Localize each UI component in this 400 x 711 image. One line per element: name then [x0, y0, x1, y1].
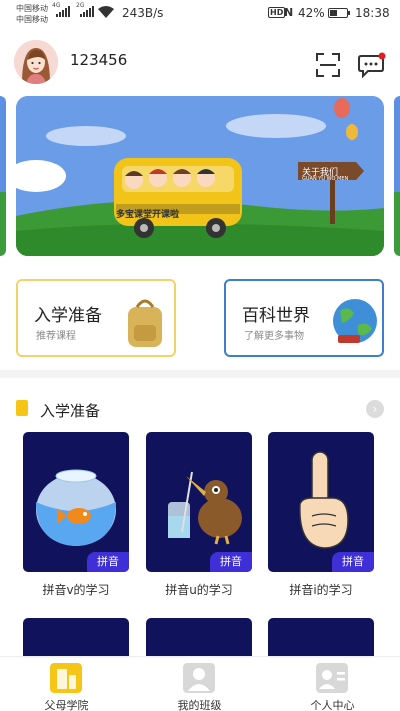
feature-card-encyclopedia[interactable]: 百科世界 了解更多事物: [224, 279, 384, 357]
promo-banner[interactable]: 多宝课堂开课啦 关于我们 GUAN YU WO MEN: [16, 96, 384, 256]
lesson-card[interactable]: [146, 618, 252, 658]
chevron-right-icon[interactable]: ›: [366, 400, 384, 418]
clock: 18:38: [355, 6, 390, 20]
banner-sign-subtext: GUAN YU WO MEN: [302, 176, 349, 182]
banner-next-peek[interactable]: [394, 96, 400, 256]
bird-drinking-icon: [168, 471, 242, 545]
notification-dot: [378, 52, 386, 60]
backpack-icon: [128, 299, 162, 347]
feature-card-subtitle: 推荐课程: [36, 331, 76, 342]
lesson-tag: 拼音: [87, 552, 129, 572]
lesson-card[interactable]: 拼音: [23, 432, 129, 572]
feature-card-title: 入学准备: [34, 306, 102, 326]
feature-card-subtitle: 了解更多事物: [244, 331, 304, 342]
lesson-card[interactable]: 拼音: [146, 432, 252, 572]
hd-icon: HD: [268, 7, 286, 18]
tab-parent-college[interactable]: 父母学院: [0, 657, 133, 711]
avatar[interactable]: [14, 40, 58, 84]
carrier-1: 中国移动: [16, 4, 48, 13]
lesson-title[interactable]: 拼音i的学习: [268, 581, 374, 598]
lesson-card[interactable]: [23, 618, 129, 658]
wifi-icon: [98, 6, 114, 18]
tab-my-class[interactable]: 我的班级: [133, 657, 266, 711]
profile-card-icon: [316, 663, 348, 693]
pointing-finger-icon: [299, 451, 349, 549]
lesson-card[interactable]: [268, 618, 374, 658]
building-icon: [50, 663, 82, 693]
fishbowl-icon: [36, 469, 116, 546]
banner-prev-peek[interactable]: [0, 96, 6, 256]
tab-label: 我的班级: [177, 699, 222, 711]
book-icon: [16, 400, 28, 416]
feature-card-enrollment-prep[interactable]: 入学准备 推荐课程: [16, 279, 176, 357]
lesson-title[interactable]: 拼音u的学习: [146, 581, 252, 598]
carrier-labels: 中国移动 中国移动: [16, 3, 48, 25]
tab-label: 个人中心: [310, 699, 355, 711]
lesson-tag: 拼音: [210, 552, 252, 572]
feature-card-title: 百科世界: [242, 306, 310, 326]
lesson-card[interactable]: 拼音: [268, 432, 374, 572]
battery-icon: [328, 8, 350, 18]
group-icon: [183, 663, 215, 693]
username: 123456: [70, 51, 128, 69]
status-bar: 中国移动 中国移动 4G 2G 243B/s HD N 42% 18:38: [0, 0, 400, 30]
globe-icon: [333, 299, 377, 343]
tab-personal-center[interactable]: 个人中心: [266, 657, 399, 711]
message-icon[interactable]: [358, 52, 386, 78]
lesson-title[interactable]: 拼音v的学习: [23, 581, 129, 598]
lesson-tag: 拼音: [332, 552, 374, 572]
nfc-icon: N: [284, 6, 294, 19]
signal-icon: [56, 6, 70, 17]
bottom-tab-bar: 父母学院 我的班级 个人中心: [0, 656, 400, 711]
section-title: 入学准备: [40, 402, 101, 420]
carrier-2: 中国移动: [16, 15, 48, 24]
avatar-girl-icon: [14, 40, 58, 84]
network-speed: 243B/s: [122, 6, 164, 20]
tab-label: 父母学院: [44, 699, 89, 711]
scan-icon[interactable]: [315, 52, 341, 78]
battery-percent: 42%: [298, 6, 325, 20]
section-divider: [0, 370, 400, 378]
signal-icon-2: [80, 6, 94, 17]
banner-bus-text: 多宝课堂开课啦: [116, 210, 180, 220]
